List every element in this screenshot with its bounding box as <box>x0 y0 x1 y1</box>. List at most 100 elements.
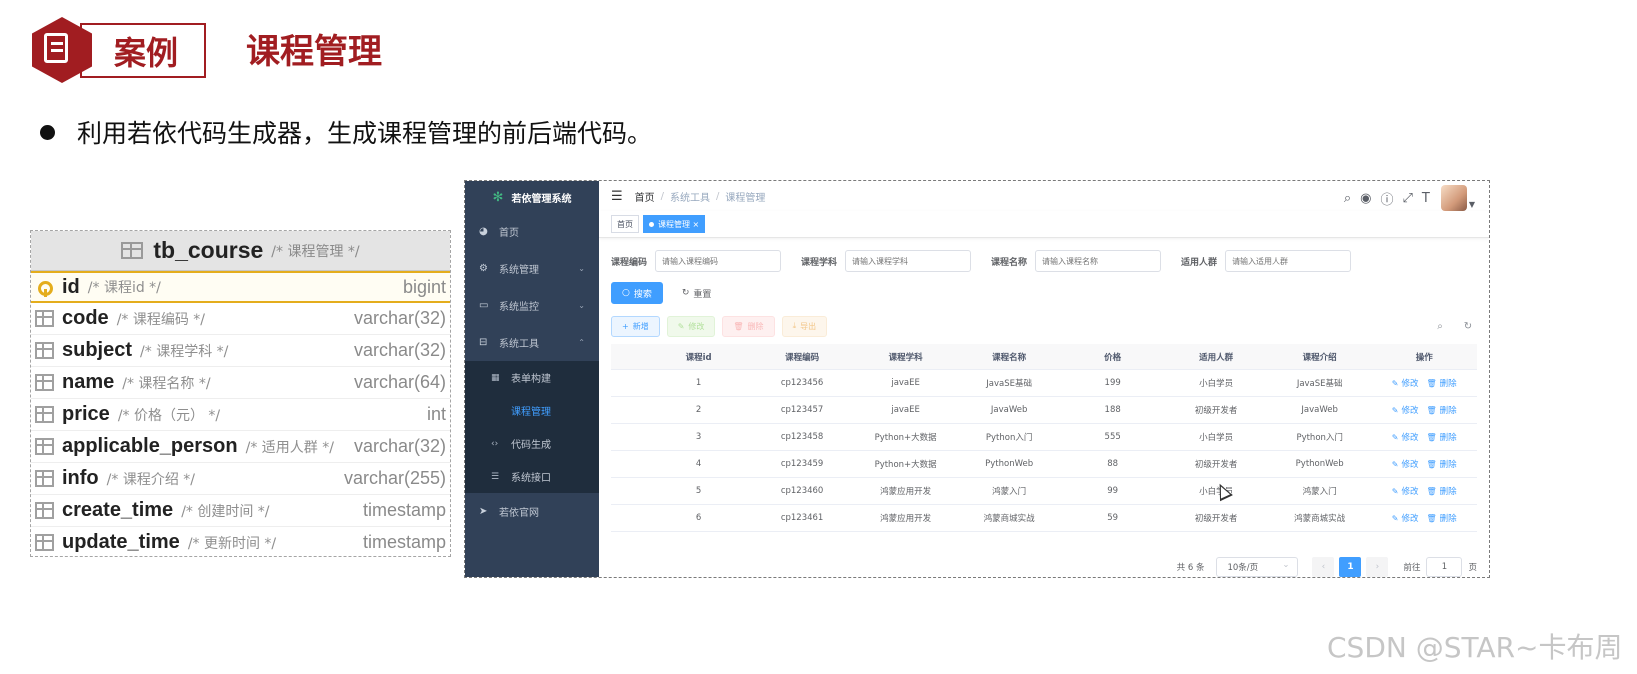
help-icon[interactable]: ⓘ <box>1380 189 1393 208</box>
search-button[interactable]: ○ 搜索 <box>611 282 663 304</box>
row-edit-button[interactable]: ✎ 修改 <box>1392 512 1419 525</box>
prev-page-button[interactable]: ‹ <box>1312 557 1335 577</box>
tags-view: 首页 课程管理 × <box>599 211 1489 238</box>
table-header-cell: 操作 <box>1415 352 1433 363</box>
row-edit-button[interactable]: ✎ 修改 <box>1392 377 1419 390</box>
github-icon[interactable]: ◉ <box>1360 191 1371 206</box>
sidebar-item-course[interactable]: 课程管理 <box>465 394 599 427</box>
sidebar-item-codegen[interactable]: ‹› 代码生成 <box>465 427 599 460</box>
search-icon[interactable]: ⌕ <box>1344 191 1351 206</box>
row-delete-button[interactable]: 🗑 删除 <box>1426 431 1456 444</box>
table-row: 2 cp123457 javaEE JavaWeb 188 初级开发者 JavaWeb ✎ 修改… <box>611 397 1477 424</box>
table-cell-code: cp123460 <box>780 486 824 496</box>
page-size-select[interactable]: 10条/页 <box>1216 557 1299 577</box>
row-delete-button[interactable]: 🗑 删除 <box>1426 512 1456 525</box>
table-cell-subject: 鸿蒙应用开发 <box>880 487 932 497</box>
main-content: ☰ 首页 / 系统工具 / 课程管理 ⌕ ◉ ⓘ ⤢ T ▼ 首页 课程管理 ×… <box>599 181 1489 577</box>
font-size-icon[interactable]: T <box>1422 191 1430 206</box>
table-header-cell[interactable]: 适用人群 <box>1164 351 1268 363</box>
table-row: 3 cp123458 Python+大数据 Python入门 555 小白学员 Python… <box>611 424 1477 451</box>
gear-icon: ⚙ <box>479 263 488 274</box>
tag-course[interactable]: 课程管理 × <box>643 215 706 233</box>
hamburger-icon[interactable]: ☰ <box>611 189 623 204</box>
toolbar: + 新增 ✎ 修改 🗑 删除 ⤓ 导出 ⌕ ↻ <box>611 315 1479 337</box>
db-column-row: subject /* 课程学科 */ varchar(32) <box>31 335 450 367</box>
row-delete-button[interactable]: 🗑 删除 <box>1426 458 1456 471</box>
caret-down-icon[interactable]: ▼ <box>1469 200 1475 209</box>
sidebar-item-api[interactable]: ☰ 系统接口 <box>465 460 599 493</box>
table-cell-name: Python入门 <box>985 433 1033 443</box>
next-page-button[interactable]: › <box>1366 557 1389 577</box>
sidebar-item-monitor[interactable]: ▭ 系统监控 ⌄ <box>465 287 599 324</box>
person-input[interactable] <box>1225 250 1352 272</box>
subject-input[interactable] <box>845 250 972 272</box>
edit-icon: ✎ <box>1391 459 1399 469</box>
db-column-row: price /* 价格（元） */ int <box>31 399 450 431</box>
table-cell-info: 鸿蒙入门 <box>1302 487 1337 497</box>
table-cell-subject: Python+大数据 <box>874 433 937 443</box>
breadcrumb-home[interactable]: 首页 <box>635 189 655 204</box>
refresh-icon[interactable]: ↻ <box>1457 315 1479 337</box>
table-cell-name: PythonWeb <box>985 459 1034 469</box>
table-cell-info: JavaWeb <box>1301 405 1338 415</box>
breadcrumb-current: 课程管理 <box>725 192 766 204</box>
row-delete-button[interactable]: 🗑 删除 <box>1426 404 1456 417</box>
trash-icon: 🗑 <box>1426 513 1437 523</box>
db-column-row: code /* 课程编码 */ varchar(32) <box>31 303 450 335</box>
app-logo[interactable]: ✻ 若依管理系统 <box>465 181 599 213</box>
table-header-cell[interactable]: 课程编码 <box>750 351 854 363</box>
row-delete-button[interactable]: 🗑 删除 <box>1426 377 1456 390</box>
export-button[interactable]: ⤓ 导出 <box>781 315 828 337</box>
delete-button[interactable]: 🗑 删除 <box>722 315 775 337</box>
name-label: 课程名称 <box>991 257 1028 268</box>
table-cell-price: 199 <box>1104 378 1121 388</box>
table-header-cell[interactable]: 课程id <box>647 351 751 363</box>
sliders-icon: ☰ <box>491 471 500 482</box>
sidebar-item-form-build[interactable]: ▦ 表单构建 <box>465 361 599 394</box>
table-cell-person: 小白学员 <box>1199 379 1234 389</box>
row-edit-button[interactable]: ✎ 修改 <box>1392 485 1419 498</box>
row-edit-button[interactable]: ✎ 修改 <box>1392 431 1419 444</box>
name-input[interactable] <box>1035 250 1162 272</box>
sidebar-item-tools[interactable]: ⊟ 系统工具 ⌃ <box>465 324 599 361</box>
sidebar-item-home[interactable]: ◕ 首页 <box>465 213 599 250</box>
sidebar-item-system[interactable]: ⚙ 系统管理 ⌄ <box>465 250 599 287</box>
table-header-cell[interactable]: 课程名称 <box>957 351 1061 363</box>
page-button-current[interactable]: 1 <box>1339 557 1362 577</box>
reset-button[interactable]: ↻ 重置 <box>670 282 723 304</box>
sidebar-item-website[interactable]: ➤ 若依官网 <box>465 493 599 530</box>
navbar-actions: ⌕ ◉ ⓘ ⤢ T ▼ <box>1335 185 1475 211</box>
edit-button[interactable]: ✎ 修改 <box>666 315 716 337</box>
db-column-row: create_time /* 创建时间 */ timestamp <box>31 495 450 527</box>
search-toggle-icon[interactable]: ⌕ <box>1429 315 1451 337</box>
row-actions: ✎ 修改 🗑 删除 <box>1371 431 1477 444</box>
table-header-cell[interactable]: 课程介绍 <box>1268 351 1372 363</box>
column-icon <box>35 502 54 519</box>
table-icon <box>121 242 144 259</box>
row-edit-button[interactable]: ✎ 修改 <box>1391 458 1419 471</box>
tag-home[interactable]: 首页 <box>611 215 639 233</box>
code-icon: ‹› <box>491 438 499 449</box>
row-actions: ✎ 修改 🗑 删除 <box>1371 512 1477 525</box>
avatar[interactable] <box>1440 185 1467 211</box>
add-button[interactable]: + 新增 <box>611 315 660 337</box>
table-header-cell[interactable]: 课程学科 <box>854 351 958 363</box>
table-header-cell[interactable]: 价格 <box>1061 351 1165 363</box>
table-row: 4 cp123459 Python+大数据 PythonWeb 88 初级开发者 Pytho… <box>611 451 1477 478</box>
db-column-row: applicable_person /* 适用人群 */ varchar(32) <box>31 431 450 463</box>
row-delete-button[interactable]: 🗑 删除 <box>1426 485 1456 498</box>
goto-input[interactable]: 1 <box>1426 557 1463 577</box>
table-cell-person: 初级开发者 <box>1194 460 1238 470</box>
table-cell-code: cp123456 <box>780 378 824 388</box>
code-input[interactable] <box>655 250 782 272</box>
column-icon <box>35 310 54 327</box>
row-actions: ✎ 修改 🗑 删除 <box>1371 458 1477 471</box>
search-icon: ○ <box>622 288 630 298</box>
row-edit-button[interactable]: ✎ 修改 <box>1392 404 1419 417</box>
table-cell-info: PythonWeb <box>1295 459 1344 469</box>
table-cell-id: 1 <box>695 378 702 388</box>
fullscreen-icon[interactable]: ⤢ <box>1402 191 1412 206</box>
table-cell-name: 鸿蒙入门 <box>992 487 1027 497</box>
pagination: 共 6 条 10条/页 ‹ 1 › 前往 1 页 <box>1177 557 1477 577</box>
table-cell-subject: 鸿蒙应用开发 <box>880 514 932 524</box>
